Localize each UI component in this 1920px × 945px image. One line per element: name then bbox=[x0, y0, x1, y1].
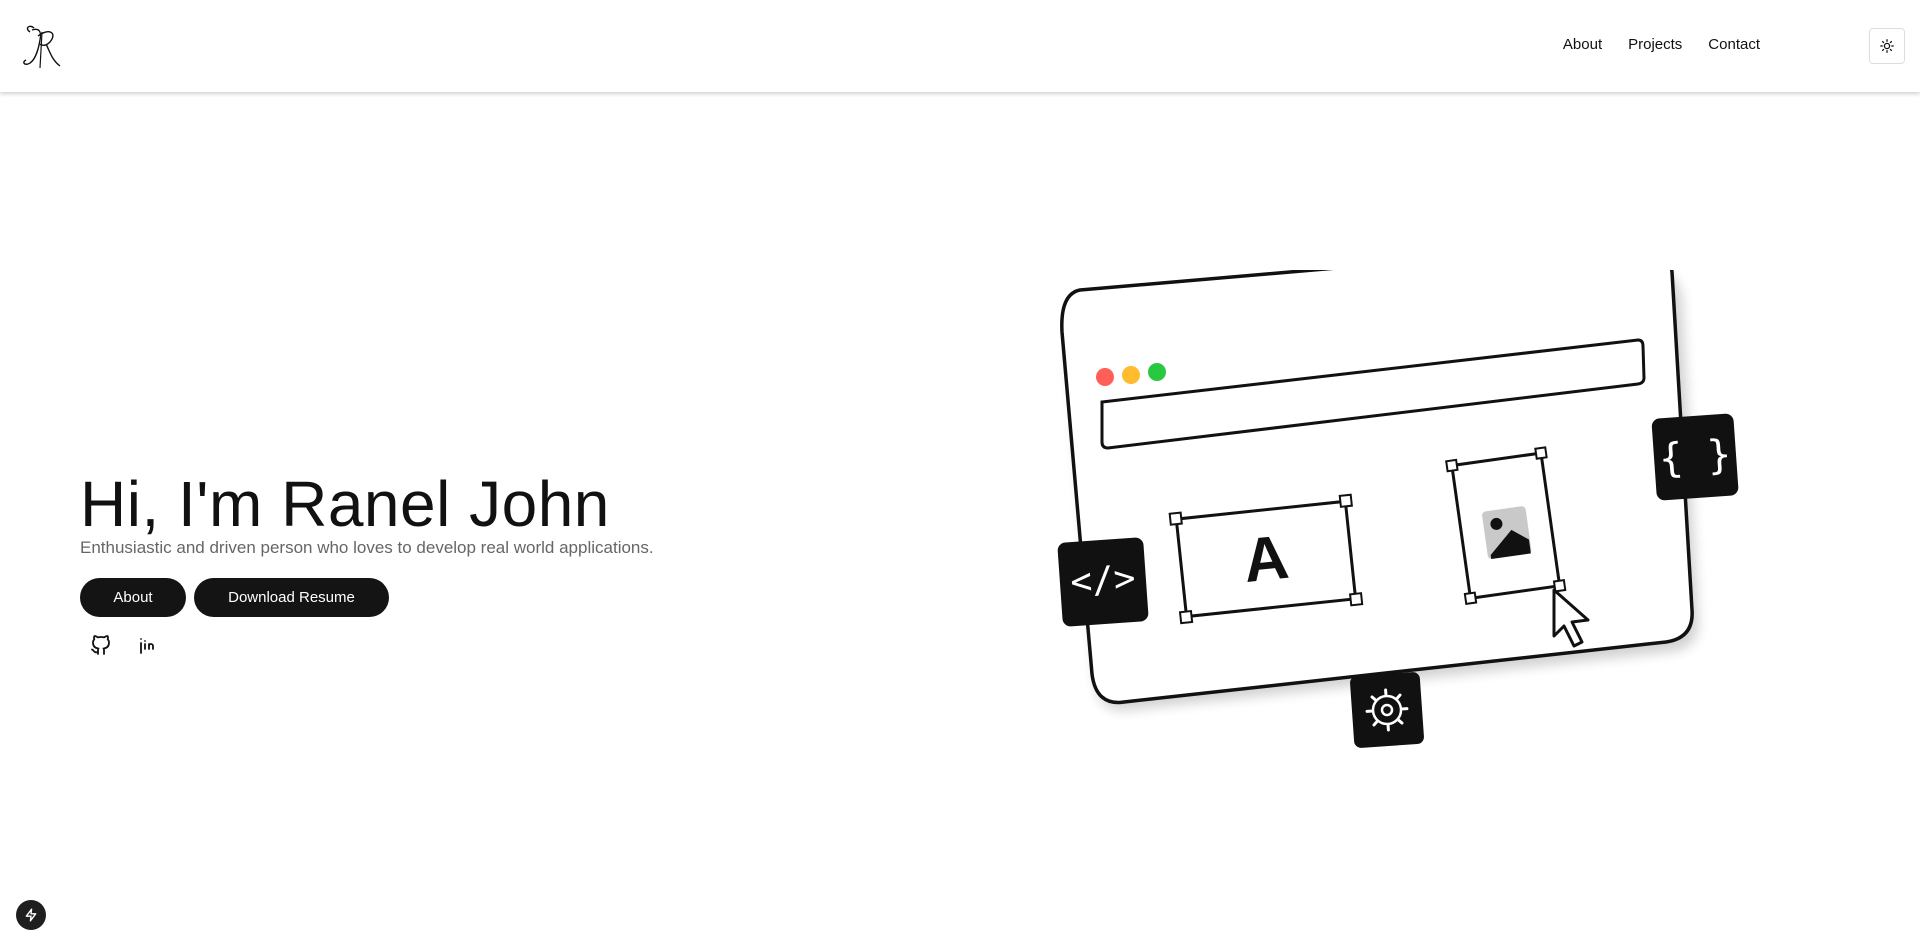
hero-illustration: A </> { } bbox=[1040, 240, 1760, 770]
braces-badge: { } bbox=[1657, 432, 1732, 483]
sun-icon bbox=[1880, 39, 1894, 53]
nav-contact-link[interactable]: Contact bbox=[1708, 36, 1760, 53]
text-box-letter: A bbox=[1240, 523, 1292, 596]
theme-toggle-button[interactable] bbox=[1869, 28, 1905, 64]
about-button[interactable]: About bbox=[80, 578, 186, 617]
floating-action-button[interactable] bbox=[16, 900, 46, 930]
nav-links: About Projects Contact bbox=[1537, 36, 1760, 53]
window-close-dot bbox=[1096, 368, 1114, 386]
linkedin-icon[interactable] bbox=[137, 633, 161, 657]
bolt-icon bbox=[25, 908, 37, 922]
hero-title: Hi, I'm Ranel John bbox=[80, 468, 610, 540]
navbar: About Projects Contact bbox=[0, 0, 1920, 92]
github-icon[interactable] bbox=[89, 633, 113, 657]
hero-section: Hi, I'm Ranel John Enthusiastic and driv… bbox=[80, 470, 654, 657]
site-logo[interactable] bbox=[20, 22, 64, 70]
window-minimize-dot bbox=[1122, 366, 1140, 384]
social-links bbox=[89, 633, 654, 657]
code-badge: </> bbox=[1069, 558, 1137, 603]
nav-projects-link[interactable]: Projects bbox=[1628, 36, 1682, 53]
hero-buttons: About Download Resume bbox=[80, 578, 654, 617]
nav-about-link[interactable]: About bbox=[1563, 36, 1602, 53]
window-maximize-dot bbox=[1148, 363, 1166, 381]
download-resume-button[interactable]: Download Resume bbox=[194, 578, 389, 617]
hero-subtitle: Enthusiastic and driven person who loves… bbox=[80, 538, 654, 557]
browser-window-frame: A bbox=[1060, 240, 1694, 705]
